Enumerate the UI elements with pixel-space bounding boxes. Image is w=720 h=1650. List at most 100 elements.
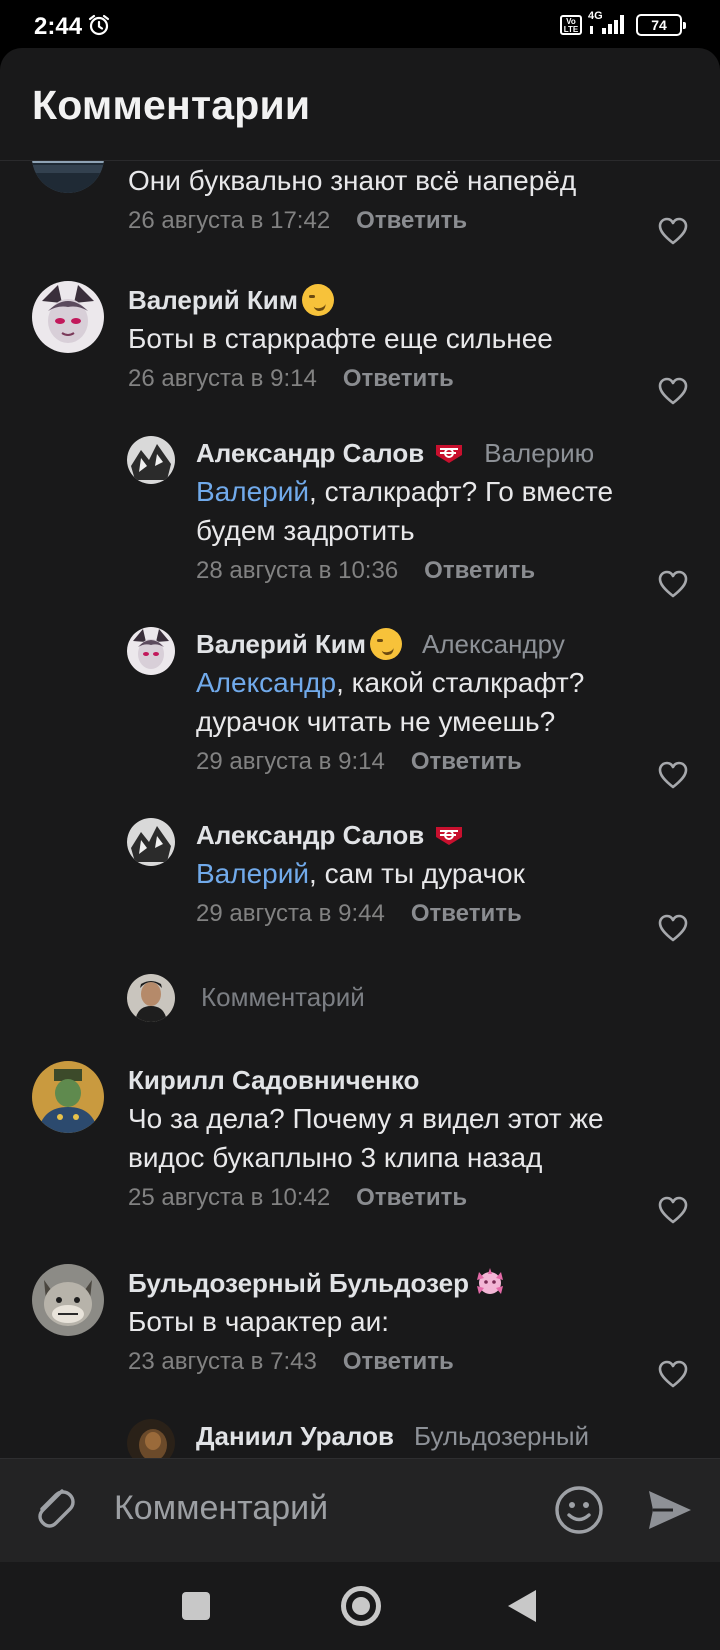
heart-icon[interactable]: [658, 914, 688, 942]
avatar[interactable]: [127, 1419, 175, 1458]
heart-icon[interactable]: [658, 217, 688, 245]
signal-icon: 4G: [588, 10, 630, 36]
inline-reply-field[interactable]: Комментарий: [127, 974, 687, 1022]
avatar[interactable]: [32, 1061, 104, 1133]
comment-composer: Комментарий: [0, 1458, 720, 1562]
send-icon[interactable]: [645, 1487, 695, 1533]
comment-author-line: Кирилл Садовниченко: [128, 1061, 660, 1099]
comment-date: 25 августа в 10:42: [128, 1184, 331, 1211]
reply-button[interactable]: Ответить: [343, 365, 454, 393]
comment-item: Кирилл Садовниченко Чо за дела? Почему я…: [0, 1061, 720, 1231]
avatar[interactable]: [127, 627, 175, 675]
paperclip-icon[interactable]: [32, 1485, 82, 1535]
comment-date: 26 августа в 17:42: [128, 207, 331, 234]
comment-author[interactable]: Валерий Ким: [196, 629, 366, 660]
mention-link[interactable]: Валерий: [196, 858, 309, 889]
battery-icon: 74: [636, 14, 686, 36]
avatar[interactable]: [32, 1264, 104, 1336]
inline-reply-placeholder: Комментарий: [201, 982, 365, 1012]
spartak-badge-icon: [436, 827, 463, 845]
heart-icon[interactable]: [658, 761, 688, 789]
comment-meta: 29 августа в 9:44 Ответить: [196, 897, 660, 931]
reply-button[interactable]: Ответить: [424, 557, 535, 585]
mention-link[interactable]: Валерий: [196, 476, 309, 507]
system-navigation-bar: [0, 1562, 720, 1650]
comment-author-line: Александр Салов Валерию: [196, 434, 660, 472]
comment-meta: 26 августа в 9:14 Ответить: [128, 362, 660, 396]
my-avatar: [127, 974, 175, 1022]
comment-date: 29 августа в 9:44: [196, 900, 385, 927]
comment-item: Валерий Ким Боты в старкрафте еще сильне…: [0, 281, 720, 411]
comment-date: 28 августа в 10:36: [196, 557, 399, 584]
volte-icon: Vo LTE: [560, 15, 582, 35]
reply-button[interactable]: Ответить: [356, 207, 467, 235]
comment-author-line: Бульдозерный Бульдозер: [128, 1264, 660, 1302]
comment-author[interactable]: Александр Салов: [196, 820, 424, 851]
spartak-badge-icon: [436, 445, 463, 463]
comment-author-line: Валерий Ким: [128, 281, 660, 319]
alarm-icon: [88, 14, 110, 36]
status-time: 2:44: [34, 13, 83, 40]
heart-icon[interactable]: [658, 1196, 688, 1224]
heart-icon[interactable]: [658, 570, 688, 598]
comment-author[interactable]: Кирилл Садовниченко: [128, 1065, 419, 1096]
comment-text: Чо за дела? Почему я видел этот же видос…: [128, 1103, 604, 1173]
reply-item: Даниил Уралов Бульдозерный: [0, 1417, 720, 1458]
comment-text: Валерий, сам ты дурачок: [196, 858, 525, 889]
comment-date: 26 августа в 9:14: [128, 365, 317, 392]
comment-date: 23 августа в 7:43: [128, 1348, 317, 1375]
comment-input[interactable]: Комментарий: [114, 1489, 328, 1528]
comment-author[interactable]: Даниил Уралов: [196, 1421, 394, 1452]
comment-text: Они буквально знают всё наперёд: [128, 165, 577, 196]
reply-button[interactable]: Ответить: [411, 900, 522, 928]
avatar[interactable]: [32, 161, 104, 193]
reply-button[interactable]: Ответить: [356, 1184, 467, 1212]
reply-button[interactable]: Ответить: [343, 1348, 454, 1376]
comment-author[interactable]: Валерий Ким: [128, 285, 298, 316]
comment-body: Бульдозерный Бульдозер Боты в чарактер а…: [128, 1264, 660, 1379]
comment-body: Они буквально знают всё наперёд 26 авгус…: [128, 161, 660, 238]
comment-author-line: Валерий Ким Александру: [196, 625, 660, 663]
home-button[interactable]: [341, 1586, 381, 1626]
comment-text: Боты в чарактер аи:: [128, 1306, 390, 1337]
emoji-icon[interactable]: [553, 1484, 605, 1536]
comment-text: Боты в старкрафте еще сильнее: [128, 323, 553, 354]
comment-meta: 26 августа в 17:42 Ответить: [128, 204, 660, 238]
comment-date: 29 августа в 9:14: [196, 748, 385, 775]
avatar[interactable]: [127, 436, 175, 484]
reply-item: Александр Салов Валерий, сам ты дурачок …: [0, 816, 720, 942]
reply-to-name[interactable]: Валерию: [484, 438, 594, 469]
comment-meta: 25 августа в 10:42 Ответить: [128, 1181, 660, 1215]
mention-link[interactable]: Александр: [196, 667, 336, 698]
back-button[interactable]: [508, 1590, 536, 1622]
reply-button[interactable]: Ответить: [411, 748, 522, 776]
status-icons: Vo LTE 4G 74: [560, 10, 686, 36]
reply-to-name[interactable]: Александру: [422, 629, 565, 660]
recents-button[interactable]: [182, 1592, 210, 1620]
comments-list[interactable]: Они буквально знают всё наперёд 26 авгус…: [0, 161, 720, 1458]
comment-body: Александр Салов Валерий, сам ты дурачок …: [196, 816, 660, 931]
heart-icon[interactable]: [658, 377, 688, 405]
heart-icon[interactable]: [658, 1360, 688, 1388]
sheet-title: Комментарии: [32, 82, 311, 128]
comment-author-line: Александр Салов: [196, 816, 660, 854]
comment-author[interactable]: Бульдозерный Бульдозер: [128, 1268, 469, 1299]
comment-item: Они буквально знают всё наперёд 26 авгус…: [0, 161, 720, 251]
anime-sticker-icon: [476, 1268, 503, 1294]
reply-to-name[interactable]: Бульдозерный: [414, 1421, 589, 1452]
comment-text: Валерий, сталкрафт? Го вместе будем задр…: [196, 476, 614, 546]
comment-text: Александр, какой сталкрафт? дурачок чита…: [196, 667, 585, 737]
avatar[interactable]: [127, 818, 175, 866]
reply-item: Валерий Ким Александру Александр, какой …: [0, 625, 720, 789]
comment-meta: 28 августа в 10:36 Ответить: [196, 554, 660, 588]
comment-body: Валерий Ким Боты в старкрафте еще сильне…: [128, 281, 660, 396]
comment-meta: 29 августа в 9:14 Ответить: [196, 745, 660, 779]
comment-item: Бульдозерный Бульдозер Боты в чарактер а…: [0, 1264, 720, 1394]
comments-sheet: Комментарии Они буквально знают всё напе…: [0, 48, 720, 1458]
avatar[interactable]: [32, 281, 104, 353]
smirk-emoji-icon: [302, 284, 335, 316]
comment-author-line: Даниил Уралов Бульдозерный: [196, 1417, 660, 1455]
comment-author[interactable]: Александр Салов: [196, 438, 424, 469]
reply-item: Александр Салов Валерию Валерий, сталкра…: [0, 434, 720, 598]
comment-body: Валерий Ким Александру Александр, какой …: [196, 625, 660, 779]
